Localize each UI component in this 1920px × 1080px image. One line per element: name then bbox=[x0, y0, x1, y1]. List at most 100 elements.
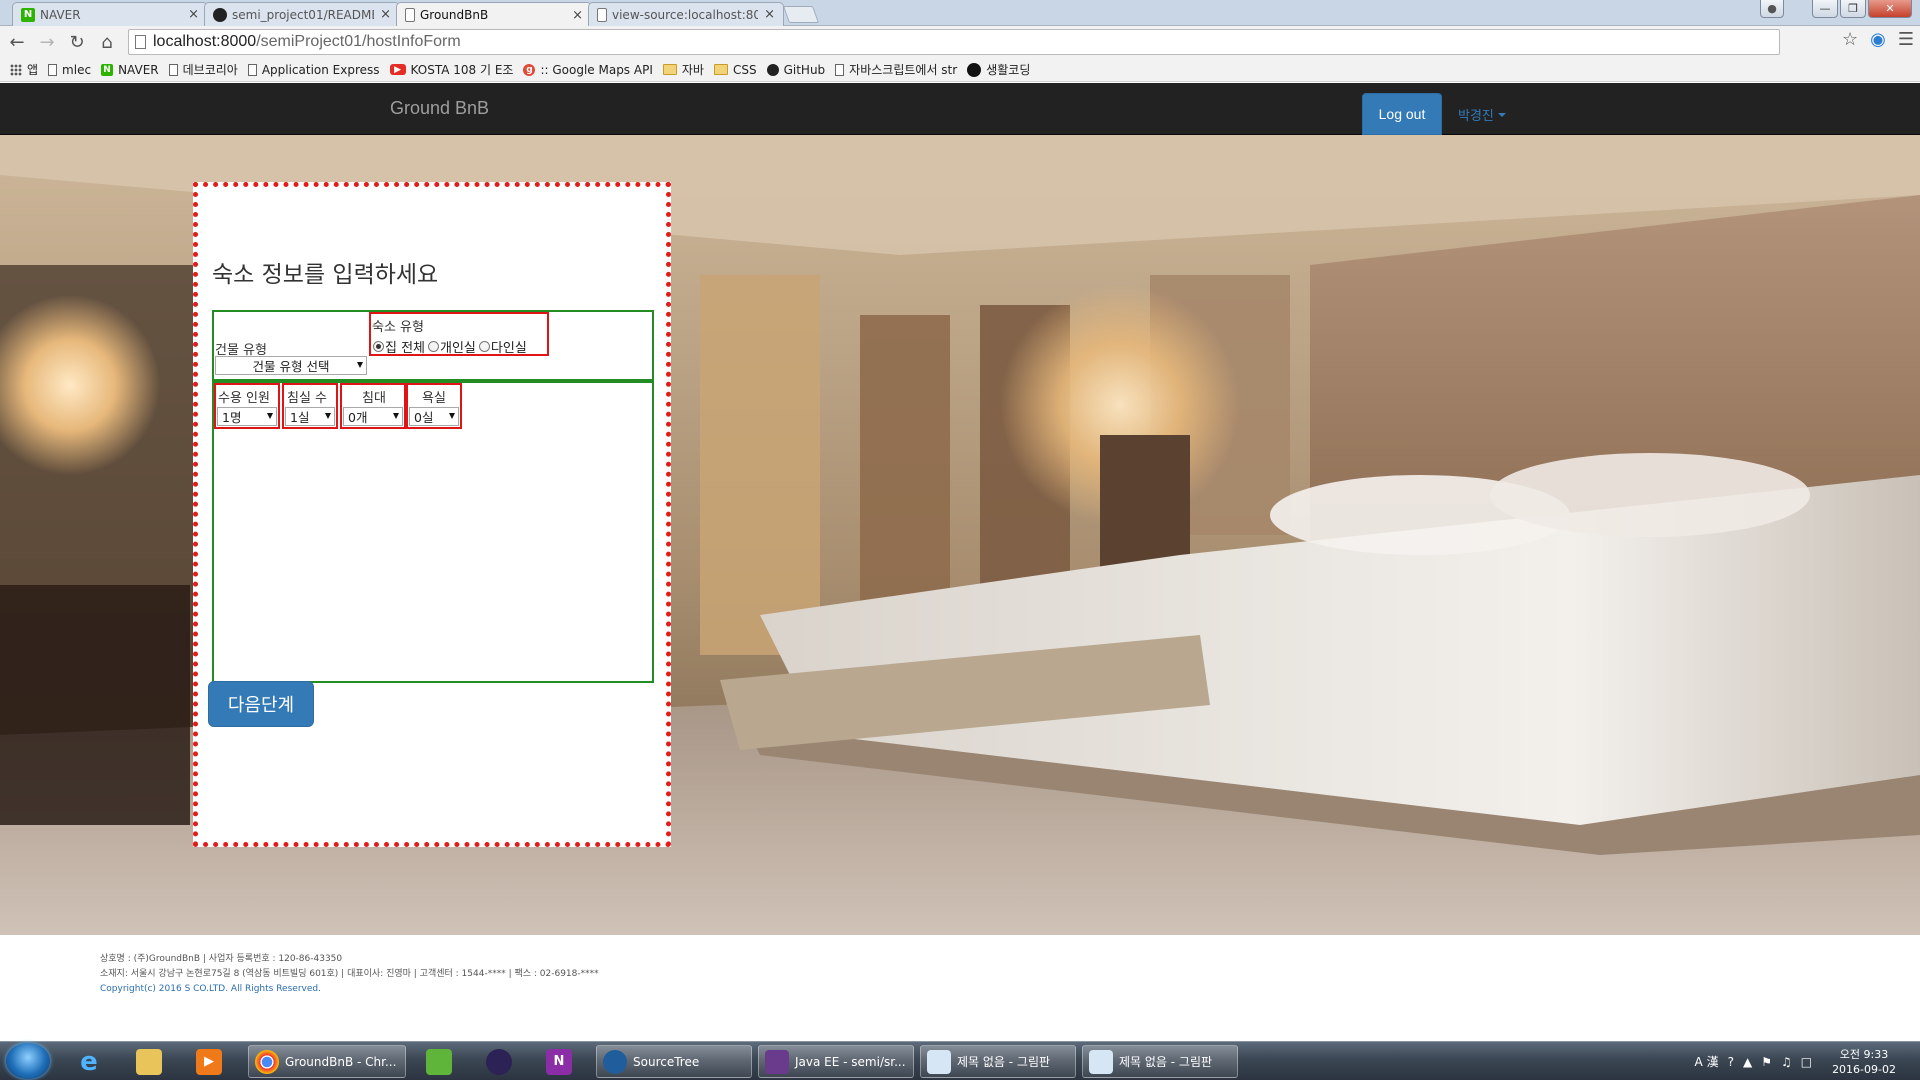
eclipse-icon[interactable] bbox=[474, 1045, 524, 1078]
new-tab-button[interactable] bbox=[782, 6, 820, 23]
show-hidden-icons[interactable]: ▲ bbox=[1743, 1055, 1752, 1069]
taskbar-task-paint-1[interactable]: 제목 없음 - 그림판 bbox=[920, 1045, 1076, 1078]
tab-close-icon[interactable]: × bbox=[764, 7, 775, 22]
internet-explorer-icon[interactable]: e bbox=[64, 1045, 114, 1078]
action-center-icon[interactable]: ⚑ bbox=[1761, 1055, 1772, 1069]
eclipse-icon bbox=[765, 1049, 789, 1074]
site-footer: 상호명 : (주)GroundBnB | 사업자 등록번호 : 120-86-4… bbox=[0, 935, 1920, 1041]
browser-tab-view-source[interactable]: view-source:localhost:80 × bbox=[588, 2, 784, 26]
extension-globe-icon[interactable]: ◉ bbox=[1870, 29, 1886, 50]
bookmark-label: KOSTA 108 기 E조 bbox=[410, 63, 514, 77]
network-icon[interactable]: □ bbox=[1801, 1055, 1812, 1069]
bookmark-label: 앱 bbox=[27, 63, 39, 77]
task-label: 제목 없음 - 그림판 bbox=[1119, 1055, 1213, 1069]
logout-button[interactable]: Log out bbox=[1362, 93, 1442, 135]
bookmark-kosta[interactable]: ▶ KOSTA 108 기 E조 bbox=[389, 61, 514, 78]
address-bar[interactable]: localhost:8000/semiProject01/hostInfoFor… bbox=[128, 29, 1780, 55]
user-dropdown[interactable]: 박경진 bbox=[1458, 105, 1506, 124]
site-brand[interactable]: Ground BnB bbox=[390, 98, 489, 119]
footer-company-info: 상호명 : (주)GroundBnB | 사업자 등록번호 : 120-86-4… bbox=[100, 954, 343, 964]
bookmark-apps[interactable]: 앱 bbox=[10, 61, 38, 78]
bookmark-google-maps[interactable]: g:: Google Maps API bbox=[523, 63, 653, 77]
home-icon[interactable]: ⌂ bbox=[94, 29, 120, 55]
taskbar-task-eclipse[interactable]: Java EE - semi/sr... bbox=[758, 1045, 914, 1078]
browser-tab-github[interactable]: semi_project01/README × bbox=[204, 2, 400, 26]
bathrooms-select[interactable]: 0실 bbox=[409, 407, 459, 426]
reload-icon[interactable]: ↻ bbox=[64, 29, 90, 55]
help-icon[interactable]: ? bbox=[1728, 1055, 1734, 1069]
menu-icon[interactable]: ☰ bbox=[1898, 29, 1914, 50]
beds-value: 0개 bbox=[348, 410, 368, 425]
volume-icon[interactable]: ♫ bbox=[1781, 1055, 1792, 1069]
bookmarks-bar: 앱 mlec N NAVER 데브코리아 Application Express … bbox=[0, 58, 1920, 82]
page-icon bbox=[405, 8, 415, 22]
onenote-icon[interactable]: N bbox=[534, 1045, 584, 1078]
bookmark-java-folder[interactable]: 자바 bbox=[662, 61, 704, 78]
bathrooms-value: 0실 bbox=[414, 410, 434, 425]
taskbar-task-chrome[interactable]: GroundBnB - Chr... bbox=[248, 1045, 406, 1078]
chrome-icon bbox=[255, 1049, 279, 1074]
close-window-button[interactable]: ✕ bbox=[1868, 0, 1912, 18]
task-label: 제목 없음 - 그림판 bbox=[957, 1055, 1051, 1069]
bookmark-label: GitHub bbox=[783, 62, 826, 77]
browser-toolbar: ← → ↻ ⌂ localhost:8000/semiProject01/hos… bbox=[0, 26, 1920, 58]
windows-taskbar: e ▶ GroundBnB - Chr... N SourceTree Java… bbox=[0, 1041, 1920, 1080]
user-name: 박경진 bbox=[1458, 109, 1494, 124]
radio-shared-room[interactable] bbox=[478, 341, 490, 352]
bookmark-github[interactable]: GitHub bbox=[766, 62, 826, 77]
capacity-section: 수용 인원 1명 침실 수 1실 침대 0개 욕실 0실 bbox=[212, 381, 654, 683]
bookmark-js-string[interactable]: 자바스크립트에서 str bbox=[835, 61, 957, 78]
caret-down-icon bbox=[1497, 112, 1506, 117]
restore-button[interactable]: ❐ bbox=[1840, 0, 1866, 18]
bookmark-opentutorials[interactable]: 생활코딩 bbox=[967, 61, 1030, 78]
radio-private-room[interactable] bbox=[428, 341, 440, 352]
google-maps-icon: g bbox=[523, 63, 536, 76]
browser-tab-naver[interactable]: N NAVER × bbox=[12, 2, 208, 26]
language-bar-ime[interactable]: A 漢 bbox=[1695, 1053, 1719, 1070]
tab-close-icon[interactable]: × bbox=[188, 7, 199, 22]
toolbar-right: ☆ ◉ ☰ bbox=[1842, 29, 1914, 50]
taskbar-task-paint-2[interactable]: 제목 없음 - 그림판 bbox=[1082, 1045, 1238, 1078]
bookmark-apex[interactable]: Application Express bbox=[247, 63, 380, 77]
tab-title: GroundBnB bbox=[420, 8, 489, 22]
beds-select[interactable]: 0개 bbox=[343, 407, 403, 426]
browser-tab-groundbnb[interactable]: GroundBnB × bbox=[396, 2, 592, 27]
site-navbar: Ground BnB Log out 박경진 bbox=[0, 83, 1920, 135]
bookmark-naver[interactable]: N NAVER bbox=[101, 63, 159, 77]
bedrooms-select[interactable]: 1실 bbox=[285, 407, 335, 426]
bookmark-star-icon[interactable]: ☆ bbox=[1842, 29, 1858, 50]
taskbar-task-sourcetree[interactable]: SourceTree bbox=[596, 1045, 752, 1078]
apps-icon bbox=[10, 63, 22, 76]
github-icon bbox=[766, 63, 779, 76]
back-icon[interactable]: ← bbox=[4, 29, 30, 55]
evernote-icon[interactable] bbox=[414, 1045, 464, 1078]
radio-whole-house[interactable] bbox=[373, 341, 384, 352]
taskbar-clock[interactable]: 오전 9:33 2016-09-02 bbox=[1832, 1047, 1896, 1077]
lodging-type-group: 숙소 유형 집 전체 개인실 다인실 bbox=[369, 312, 549, 356]
tab-close-icon[interactable]: × bbox=[380, 7, 391, 22]
bookmark-mlec[interactable]: mlec bbox=[48, 63, 91, 77]
forward-icon[interactable]: → bbox=[34, 29, 60, 55]
media-player-icon[interactable]: ▶ bbox=[184, 1045, 234, 1078]
file-explorer-icon[interactable] bbox=[124, 1045, 174, 1078]
paint-icon bbox=[927, 1049, 951, 1074]
browser-tab-strip: N NAVER × semi_project01/README × Ground… bbox=[0, 0, 1920, 27]
start-button[interactable] bbox=[6, 1043, 50, 1079]
bookmark-css-folder[interactable]: CSS bbox=[713, 63, 757, 77]
guests-select[interactable]: 1명 bbox=[217, 407, 277, 426]
radio-label: 개인실 bbox=[440, 341, 476, 356]
bedrooms-group: 침실 수 1실 bbox=[282, 383, 338, 429]
beds-label: 침대 bbox=[362, 391, 386, 406]
task-label: GroundBnB - Chr... bbox=[285, 1054, 397, 1069]
tab-close-icon[interactable]: × bbox=[572, 8, 583, 23]
dropdown-arrow-icon bbox=[449, 413, 455, 419]
next-step-button[interactable]: 다음단계 bbox=[208, 681, 314, 727]
system-tray: A 漢 ? ▲ ⚑ ♫ □ 오전 9:33 2016-09-02 bbox=[1686, 1042, 1920, 1080]
profile-icon[interactable]: ● bbox=[1760, 0, 1784, 18]
building-type-select[interactable]: 건물 유형 선택 bbox=[215, 356, 367, 375]
bathrooms-group: 욕실 0실 bbox=[406, 383, 462, 429]
lodging-type-radios: 집 전체 개인실 다인실 bbox=[373, 337, 527, 356]
bathrooms-label: 욕실 bbox=[422, 391, 446, 406]
minimize-button[interactable]: — bbox=[1812, 0, 1838, 18]
bookmark-devkorea[interactable]: 데브코리아 bbox=[168, 61, 238, 78]
